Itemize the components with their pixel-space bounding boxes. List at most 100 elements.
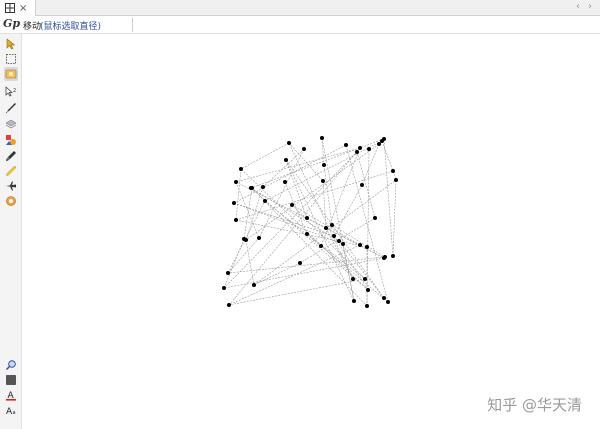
- graph-edge: [223, 238, 245, 289]
- graph-point[interactable]: [322, 163, 326, 167]
- graph-point[interactable]: [305, 232, 309, 236]
- pan-icon[interactable]: [4, 67, 18, 81]
- graph-edge: [235, 219, 368, 248]
- mode-hint: (鼠标选取直径): [40, 22, 102, 32]
- color-box-icon[interactable]: [4, 373, 18, 387]
- random-graph-figure: [222, 136, 398, 308]
- target-icon[interactable]: [4, 194, 18, 208]
- text-color-icon[interactable]: A: [4, 388, 18, 402]
- graph-point[interactable]: [284, 158, 288, 162]
- graph-edges: [223, 137, 397, 307]
- graph-point[interactable]: [358, 243, 362, 247]
- graph-point[interactable]: [320, 136, 324, 140]
- mode-name: 移动: [23, 22, 42, 32]
- graph-point[interactable]: [234, 218, 238, 222]
- graph-edge: [383, 138, 394, 257]
- graph-point[interactable]: [319, 244, 323, 248]
- tab-bar: × ‹ ›: [0, 0, 600, 16]
- graph-point[interactable]: [351, 277, 355, 281]
- graph-point[interactable]: [298, 261, 302, 265]
- text-size-icon[interactable]: Aa: [4, 403, 18, 417]
- graph-edge: [235, 168, 242, 221]
- graph-point[interactable]: [332, 234, 336, 238]
- graph-edge: [285, 159, 385, 299]
- tab-close-button[interactable]: ×: [19, 3, 27, 14]
- graph-point[interactable]: [227, 303, 231, 307]
- graph-point[interactable]: [341, 242, 345, 246]
- graph-point[interactable]: [377, 142, 381, 146]
- graph-point[interactable]: [324, 226, 328, 230]
- pencil-icon[interactable]: [4, 164, 18, 178]
- graph-edge: [240, 168, 369, 291]
- app-window: × ‹ › Gp 移动 (鼠标选取直径) 2 A A a 知乎 @华天清: [0, 0, 600, 429]
- graph-point[interactable]: [382, 137, 386, 141]
- graph-point[interactable]: [302, 147, 306, 151]
- graph-edge: [250, 187, 369, 291]
- graph-point[interactable]: [344, 143, 348, 147]
- graph-point[interactable]: [391, 254, 395, 258]
- drawing-canvas[interactable]: 知乎 @华天清: [23, 35, 600, 429]
- graph-point[interactable]: [257, 236, 261, 240]
- graph-point[interactable]: [287, 141, 291, 145]
- graph-point[interactable]: [383, 255, 387, 259]
- move-arrow-icon[interactable]: [4, 37, 18, 51]
- transform-icon[interactable]: 2: [4, 85, 18, 99]
- graph-edge: [392, 179, 397, 257]
- graph-point[interactable]: [337, 239, 341, 243]
- shapes-icon[interactable]: [4, 133, 18, 147]
- graph-point[interactable]: [352, 299, 356, 303]
- graph-edge: [366, 148, 370, 307]
- graph-point[interactable]: [283, 180, 287, 184]
- tab-drawing[interactable]: ×: [0, 0, 36, 16]
- graph-point[interactable]: [355, 150, 359, 154]
- svg-text:2: 2: [13, 88, 16, 94]
- mode-bar: Gp 移动 (鼠标选取直径): [0, 16, 600, 34]
- graph-point[interactable]: [252, 283, 256, 287]
- graph-point[interactable]: [226, 271, 230, 275]
- graph-edge: [245, 239, 255, 286]
- pen-icon[interactable]: [4, 101, 18, 115]
- drawing-tab-icon: [5, 3, 15, 13]
- graph-point[interactable]: [239, 167, 243, 171]
- graph-point[interactable]: [373, 216, 377, 220]
- svg-text:a: a: [13, 410, 16, 416]
- graph-edge: [288, 142, 324, 182]
- graph-point[interactable]: [263, 199, 267, 203]
- graph-point[interactable]: [232, 201, 236, 205]
- graph-point[interactable]: [367, 147, 371, 151]
- graph-edge: [253, 262, 301, 286]
- graph-point[interactable]: [366, 288, 370, 292]
- graph-point[interactable]: [330, 223, 334, 227]
- graph-point[interactable]: [222, 286, 226, 290]
- graph-point[interactable]: [249, 186, 253, 190]
- graph-point[interactable]: [382, 296, 386, 300]
- graph-edge: [338, 240, 385, 299]
- zoom-icon[interactable]: [4, 358, 18, 372]
- nav-back-icon[interactable]: ‹: [576, 1, 580, 12]
- brush-icon[interactable]: [4, 149, 18, 163]
- graph-point[interactable]: [305, 216, 309, 220]
- graph-point[interactable]: [244, 238, 248, 242]
- graph-point[interactable]: [365, 245, 369, 249]
- tool-palette: 2 A Aa: [0, 34, 22, 429]
- nav-forward-icon[interactable]: ›: [588, 1, 592, 12]
- graph-edge: [381, 140, 394, 172]
- graph-point[interactable]: [391, 169, 395, 173]
- graph-point[interactable]: [386, 300, 390, 304]
- graph-point[interactable]: [360, 183, 364, 187]
- plane-icon[interactable]: [4, 179, 18, 193]
- graph-point[interactable]: [234, 180, 238, 184]
- layers-icon[interactable]: [4, 117, 18, 131]
- graph-point[interactable]: [363, 277, 367, 281]
- graph-point[interactable]: [321, 179, 325, 183]
- graph-edge: [285, 159, 355, 302]
- graph-edge: [288, 142, 354, 280]
- graph-point[interactable]: [358, 146, 362, 150]
- graph-point[interactable]: [290, 203, 294, 207]
- select-rect-icon[interactable]: [4, 52, 18, 66]
- watermark-text: 知乎 @华天清: [487, 396, 582, 414]
- graph-point[interactable]: [261, 185, 265, 189]
- graph-point[interactable]: [394, 178, 398, 182]
- graph-point[interactable]: [365, 304, 369, 308]
- graph-edge: [323, 164, 333, 226]
